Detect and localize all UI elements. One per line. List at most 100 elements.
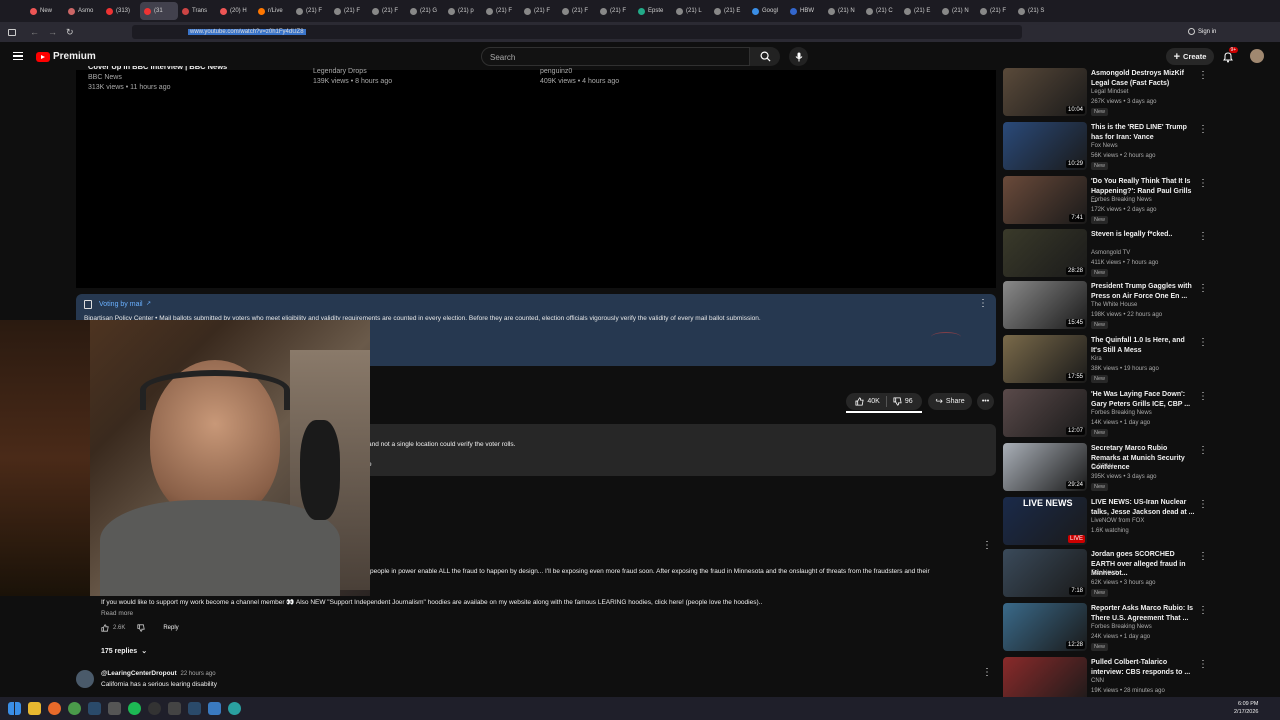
share-button[interactable]: ↪ Share <box>928 393 972 410</box>
browser-tab[interactable]: (21) L <box>672 2 710 20</box>
browser-tab[interactable]: Epste <box>634 2 672 20</box>
back-icon[interactable]: ← <box>30 27 39 37</box>
chrome-icon[interactable] <box>68 702 81 715</box>
browser-tab[interactable]: Asmo <box>64 2 102 20</box>
more-options-icon[interactable]: ⋮ <box>1198 391 1208 402</box>
steam-icon-2[interactable] <box>188 702 201 715</box>
browser-tab[interactable]: (21) C <box>862 2 900 20</box>
menu-icon[interactable] <box>13 52 23 60</box>
comment2-more-icon[interactable]: ⋮ <box>982 667 992 678</box>
video-title[interactable]: This is the 'RED LINE' Trump has for Ira… <box>1091 123 1195 142</box>
browser-tab[interactable]: (21) E <box>710 2 748 20</box>
browser-tab[interactable]: (21) G <box>406 2 444 20</box>
channel-name[interactable]: Asmongold TV <box>1091 250 1130 256</box>
channel-name[interactable]: C-SPAN <box>1091 464 1113 470</box>
channel-name[interactable]: Fox News <box>1091 570 1118 576</box>
channel-name[interactable]: Forbes Breaking News <box>1091 410 1152 416</box>
endcard-2[interactable]: Legendary Drops 139K views • 8 hours ago <box>313 67 392 87</box>
more-options-icon[interactable]: ⋮ <box>1198 499 1208 510</box>
comment-dislike-icon[interactable] <box>137 624 146 632</box>
video-thumbnail[interactable]: 28:28 <box>1003 229 1087 277</box>
app-icon-2[interactable] <box>168 702 181 715</box>
obs-icon[interactable] <box>148 702 161 715</box>
file-explorer-icon[interactable] <box>28 702 41 715</box>
voice-search-button[interactable] <box>789 47 808 66</box>
browser-tab[interactable]: (21) S <box>1014 2 1052 20</box>
video-thumbnail[interactable]: 10:29 <box>1003 122 1087 170</box>
avatar[interactable] <box>1250 49 1264 63</box>
comment-more-icon[interactable]: ⋮ <box>982 540 992 551</box>
search-button[interactable] <box>750 47 780 66</box>
video-title[interactable]: Pulled Colbert-Talarico interview: CBS r… <box>1091 658 1195 677</box>
comment-author[interactable]: @LearingCenterDropout <box>101 670 177 677</box>
firefox-icon[interactable] <box>48 702 61 715</box>
sign-in-button[interactable]: Sign in <box>1188 28 1216 35</box>
channel-name[interactable]: CNN <box>1091 678 1104 684</box>
recommendation-item[interactable]: 29:24 Secretary Marco Rubio Remarks at Mu… <box>1003 443 1213 493</box>
video-thumbnail[interactable]: 12:28 <box>1003 603 1087 651</box>
recommendation-item[interactable]: 15:45 President Trump Gaggles with Press … <box>1003 281 1213 331</box>
app-icon[interactable] <box>108 702 121 715</box>
video-thumbnail[interactable]: 17:55 <box>1003 335 1087 383</box>
read-more-link[interactable]: Read more <box>101 610 133 617</box>
more-options-icon[interactable]: ⋮ <box>1198 178 1208 189</box>
info-panel-title[interactable]: Voting by mail <box>99 301 143 308</box>
more-options-icon[interactable]: ⋮ <box>1198 70 1208 81</box>
comment-reply-button[interactable]: Reply <box>163 625 178 631</box>
steam-icon[interactable] <box>88 702 101 715</box>
browser-tab[interactable]: r/Live <box>254 2 292 20</box>
search-input[interactable]: Search <box>481 47 750 66</box>
browser-tab[interactable]: (21) F <box>976 2 1014 20</box>
browser-tab[interactable]: (21) F <box>368 2 406 20</box>
more-options-icon[interactable]: ⋮ <box>1198 283 1208 294</box>
browser-tab[interactable]: (21) F <box>558 2 596 20</box>
browser-tab[interactable]: (21) N <box>938 2 976 20</box>
video-title[interactable]: LIVE NEWS: US-Iran Nuclear talks, Jesse … <box>1091 498 1195 517</box>
recommendation-item[interactable]: 17:55 The Quinfall 1.0 Is Here, and It's … <box>1003 335 1213 385</box>
commenter-avatar[interactable] <box>76 670 94 688</box>
video-player[interactable] <box>76 70 996 288</box>
spotify-icon[interactable] <box>128 702 141 715</box>
endcard-3[interactable]: penguinz0 409K views • 4 hours ago <box>540 67 619 87</box>
video-title[interactable]: Asmongold Destroys MizKif Legal Case (Fa… <box>1091 69 1195 88</box>
more-options-icon[interactable]: ⋮ <box>1198 337 1208 348</box>
more-options-icon[interactable]: ⋮ <box>1198 659 1208 670</box>
recommendation-item[interactable]: 10:29 This is the 'RED LINE' Trump has fo… <box>1003 122 1213 172</box>
video-thumbnail[interactable]: 7:41 <box>1003 176 1087 224</box>
channel-name[interactable]: Forbes Breaking News <box>1091 624 1152 630</box>
channel-name[interactable]: The White House <box>1091 302 1137 308</box>
browser-tab[interactable]: Trans <box>178 2 216 20</box>
browser-tab[interactable]: (31 <box>140 2 178 20</box>
browser-tab[interactable]: (21) F <box>520 2 558 20</box>
browser-tab[interactable]: (21) F <box>292 2 330 20</box>
more-options-icon[interactable]: ⋮ <box>978 298 988 309</box>
browser-tab[interactable]: (21) p <box>444 2 482 20</box>
video-thumbnail[interactable]: 29:24 <box>1003 443 1087 491</box>
notifications-button[interactable]: 9+ <box>1222 47 1238 68</box>
recommendation-item[interactable]: 12:28 Reporter Asks Marco Rubio: Is There… <box>1003 603 1213 653</box>
endcard-1[interactable]: Cover Up in BBC Interview | BBC News BBC… <box>88 66 227 93</box>
channel-name[interactable]: Legal Mindset <box>1091 89 1128 95</box>
url-text[interactable]: www.youtube.com/watch?v=z0h1Fy4dUZ8 <box>188 29 306 35</box>
browser-tab[interactable]: (20) H <box>216 2 254 20</box>
forward-icon[interactable]: → <box>48 27 57 37</box>
more-options-icon[interactable]: ⋮ <box>1198 605 1208 616</box>
replies-toggle[interactable]: 175 replies ⌄ <box>101 647 147 656</box>
reload-icon[interactable]: ↻ <box>66 27 74 38</box>
more-options-icon[interactable]: ⋮ <box>1198 231 1208 242</box>
channel-name[interactable]: Forbes Breaking News <box>1091 197 1152 203</box>
more-options-icon[interactable]: ⋮ <box>1198 124 1208 135</box>
channel-name[interactable]: Fox News <box>1091 143 1118 149</box>
browser-tab[interactable]: (21) N <box>824 2 862 20</box>
youtube-logo[interactable]: Premium <box>36 51 96 62</box>
video-title[interactable]: The Quinfall 1.0 Is Here, and It's Still… <box>1091 336 1195 355</box>
windows-start-icon[interactable] <box>8 702 21 715</box>
globe-icon[interactable] <box>228 702 241 715</box>
more-options-icon[interactable]: ⋮ <box>1198 551 1208 562</box>
url-bar[interactable]: www.youtube.com/watch?v=z0h1Fy4dUZ8 <box>132 25 1022 39</box>
browser-tab[interactable]: HBW <box>786 2 824 20</box>
notepad-icon[interactable] <box>208 702 221 715</box>
recommendation-item[interactable]: 10:04 Asmongold Destroys MizKif Legal Cas… <box>1003 68 1213 118</box>
dislike-button[interactable]: 96 <box>893 397 913 406</box>
browser-tab[interactable]: Googl <box>748 2 786 20</box>
